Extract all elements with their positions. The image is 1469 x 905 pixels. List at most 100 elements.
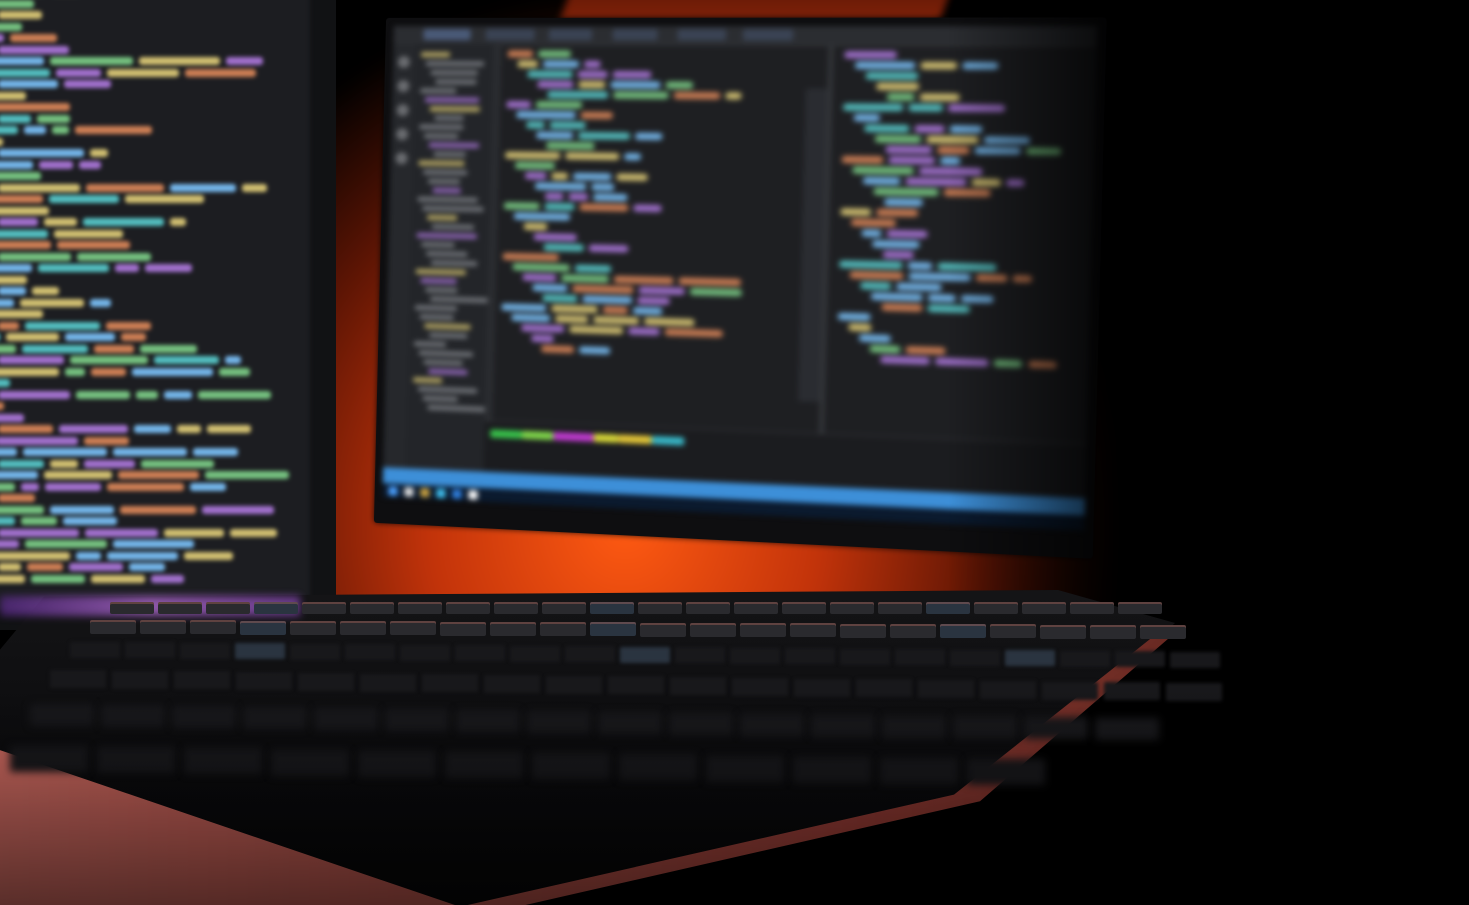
code-token (505, 151, 561, 160)
code-token (75, 126, 153, 134)
code-token (169, 218, 187, 226)
file-tree-item (428, 368, 468, 376)
code-token (568, 193, 589, 201)
code-token (0, 459, 45, 468)
code-token (579, 346, 610, 355)
code-token (533, 233, 577, 242)
code-token (547, 91, 608, 99)
editor-tab (742, 29, 794, 41)
code-token (36, 114, 70, 123)
code-token (665, 81, 694, 89)
code-token (633, 204, 662, 213)
code-token (229, 528, 278, 537)
code-token (837, 312, 871, 321)
file-explorer (405, 44, 495, 472)
code-token (592, 316, 639, 325)
code-token (0, 68, 51, 77)
keyboard-key (730, 647, 780, 664)
keyboard-key (455, 645, 505, 662)
code-token (89, 298, 111, 307)
code-token (63, 517, 117, 525)
keyboard-key (1140, 625, 1186, 640)
code-token (21, 344, 88, 353)
file-tree-item (421, 241, 455, 248)
code-token (50, 505, 115, 514)
code-token (78, 160, 101, 169)
extensions-icon (395, 152, 408, 165)
code-token (0, 126, 18, 134)
code-token (885, 145, 932, 154)
file-tree-item (432, 187, 461, 194)
code-token (0, 287, 26, 295)
code-token (113, 448, 188, 456)
file-tree-item (429, 106, 480, 112)
code-token (225, 356, 242, 364)
code-token (577, 70, 608, 79)
code-token (579, 203, 629, 212)
code-token (554, 315, 588, 324)
code-token (531, 334, 554, 343)
code-token (906, 346, 945, 355)
code-token (184, 68, 257, 77)
code-token (89, 149, 108, 157)
keyboard-key (1005, 650, 1055, 667)
code-token (31, 287, 60, 295)
keyboard-key (840, 623, 886, 638)
keyboard-key (590, 622, 636, 637)
code-token (536, 131, 573, 140)
code-token (65, 333, 116, 341)
code-token (860, 281, 891, 290)
code-token (0, 517, 15, 525)
code-token (862, 177, 901, 185)
code-token (0, 540, 19, 548)
code-token (106, 321, 151, 330)
keyboard-key (1170, 651, 1220, 668)
code-token (841, 155, 884, 164)
file-tree-item (429, 332, 468, 339)
code-token (107, 68, 179, 77)
code-token (577, 132, 631, 140)
code-token (197, 390, 271, 399)
code-token (0, 390, 71, 399)
code-token (204, 471, 289, 479)
code-token (0, 505, 45, 514)
code-token (117, 471, 199, 479)
code-token (0, 379, 11, 387)
code-token (572, 284, 634, 294)
code-token (561, 274, 610, 283)
code-token (38, 160, 73, 169)
code-token (68, 563, 124, 571)
code-token (0, 34, 5, 42)
code-token (593, 193, 628, 202)
taskbar-app-icon (436, 488, 446, 499)
keyboard-key (302, 602, 346, 614)
keyboard-key (254, 602, 298, 614)
code-token (0, 91, 27, 100)
code-token (876, 82, 919, 91)
keyboard-key (490, 621, 536, 636)
code-token (551, 172, 569, 180)
code-token (76, 252, 152, 261)
keyboard-key (740, 623, 786, 638)
code-token (84, 528, 159, 537)
code-token (501, 303, 547, 312)
keyboard-key (638, 602, 682, 614)
file-tree-item (418, 350, 473, 358)
code-token (573, 172, 611, 181)
keyboard-key (494, 602, 538, 614)
file-tree-item (426, 251, 468, 258)
code-token (678, 277, 742, 287)
code-token (612, 70, 651, 79)
code-token (37, 264, 109, 272)
code-editor-left (484, 44, 806, 433)
code-token (176, 425, 201, 433)
code-token (107, 482, 184, 491)
keyboard-key (398, 602, 442, 614)
code-token (52, 126, 70, 134)
keyboard-key (790, 623, 836, 638)
code-token (164, 390, 192, 399)
code-token (724, 92, 742, 100)
code-token (615, 173, 648, 182)
taskbar-app-icon (468, 490, 478, 500)
keyboard-key (734, 602, 778, 614)
